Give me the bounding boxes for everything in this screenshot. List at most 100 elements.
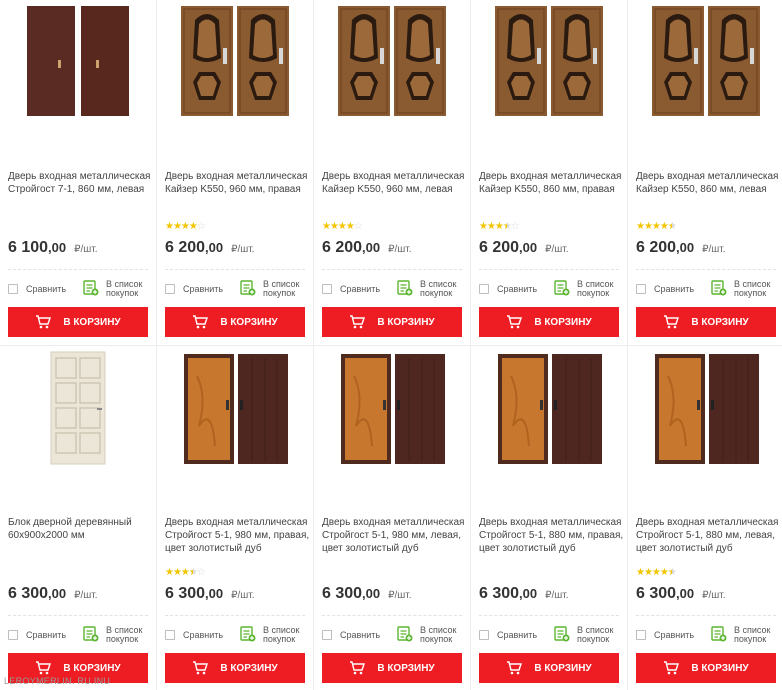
checkbox-box[interactable] [322, 284, 332, 294]
price-integer: 6 200 [479, 239, 520, 256]
product-price: 6 200,00 ₽/шт. [636, 239, 726, 257]
product-price: 6 300,00 ₽/шт. [8, 585, 98, 603]
divider [636, 615, 776, 616]
compare-checkbox[interactable]: Сравнить [165, 628, 223, 642]
compare-checkbox[interactable]: Сравнить [322, 282, 380, 296]
add-to-cart-button[interactable]: В КОРЗИНУ [322, 653, 462, 683]
wishlist-label-2: покупок [577, 288, 610, 298]
door-pair-brown-plain-icon[interactable] [0, 0, 157, 160]
add-to-cart-button[interactable]: В КОРЗИНУ [479, 307, 619, 337]
price-integer: 6 300 [479, 585, 520, 602]
add-to-cart-button[interactable]: В КОРЗИНУ [636, 307, 776, 337]
door-pair-oak-brown-icon[interactable] [471, 346, 628, 506]
divider [479, 615, 619, 616]
shopping-list-icon [711, 280, 727, 296]
door-pair-kaiser-icon[interactable] [471, 0, 628, 160]
compare-checkbox[interactable]: Сравнить [479, 628, 537, 642]
add-to-wishlist-button[interactable]: В список покупок [83, 280, 142, 298]
product-price: 6 300,00 ₽/шт. [636, 585, 726, 603]
product-price: 6 200,00 ₽/шт. [479, 239, 569, 257]
cart-icon [664, 315, 680, 329]
price-cents: ,00 [362, 586, 381, 601]
product-title[interactable]: Дверь входная металлическая Кайзер K550,… [165, 170, 311, 196]
cart-button-label: В КОРЗИНУ [63, 662, 121, 674]
product-card: Дверь входная металлическая Стройгост 5-… [314, 345, 471, 690]
wishlist-label-2: покупок [106, 288, 139, 298]
compare-checkbox[interactable]: Сравнить [636, 628, 694, 642]
checkbox-box[interactable] [8, 284, 18, 294]
product-title[interactable]: Дверь входная металлическая Стройгост 7-… [8, 170, 154, 196]
product-title[interactable]: Дверь входная металлическая Стройгост 5-… [322, 516, 468, 555]
checkbox-box[interactable] [479, 284, 489, 294]
compare-checkbox[interactable]: Сравнить [8, 282, 66, 296]
compare-checkbox[interactable]: Сравнить [8, 628, 66, 642]
cart-button-label: В КОРЗИНУ [220, 662, 278, 674]
divider [479, 269, 619, 270]
price-unit: ₽/шт. [231, 590, 255, 601]
price-unit: ₽/шт. [702, 590, 726, 601]
rating-stars: ★★★★☆ [322, 221, 363, 232]
door-pair-kaiser-icon[interactable] [157, 0, 314, 160]
door-pair-oak-brown-icon[interactable] [314, 346, 471, 506]
price-cents: ,00 [519, 586, 538, 601]
checkbox-box[interactable] [165, 284, 175, 294]
price-integer: 6 100 [8, 239, 49, 256]
price-cents: ,00 [362, 240, 381, 255]
checkbox-box[interactable] [636, 284, 646, 294]
wishlist-label-2: покупок [420, 634, 453, 644]
door-pair-oak-brown-icon[interactable] [157, 346, 314, 506]
price-unit: ₽/шт. [545, 244, 569, 255]
checkbox-box[interactable] [8, 630, 18, 640]
cart-button-label: В КОРЗИНУ [220, 316, 278, 328]
add-to-cart-button[interactable]: В КОРЗИНУ [165, 653, 305, 683]
product-title[interactable]: Блок дверной деревянный 60x900x2000 мм [8, 516, 154, 542]
add-to-cart-button[interactable]: В КОРЗИНУ [8, 307, 148, 337]
door-pair-oak-brown-icon[interactable] [628, 346, 782, 506]
checkbox-box[interactable] [479, 630, 489, 640]
price-unit: ₽/шт. [388, 244, 412, 255]
door-white-panel-icon[interactable] [0, 346, 157, 506]
product-title[interactable]: Дверь входная металлическая Кайзер K550,… [322, 170, 468, 196]
add-to-wishlist-button[interactable]: В список покупок [397, 626, 456, 644]
add-to-wishlist-button[interactable]: В список покупок [711, 626, 770, 644]
rating-stars: ★★★★★☆ [165, 567, 206, 578]
product-card: Дверь входная металлическая Кайзер K550,… [471, 0, 628, 345]
price-integer: 6 200 [322, 239, 363, 256]
add-to-wishlist-button[interactable]: В список покупок [240, 280, 299, 298]
compare-checkbox[interactable]: Сравнить [636, 282, 694, 296]
price-integer: 6 300 [8, 585, 49, 602]
compare-checkbox[interactable]: Сравнить [165, 282, 223, 296]
add-to-wishlist-button[interactable]: В список покупок [554, 280, 613, 298]
compare-checkbox[interactable]: Сравнить [479, 282, 537, 296]
product-price: 6 300,00 ₽/шт. [165, 585, 255, 603]
price-integer: 6 300 [636, 585, 677, 602]
cart-button-label: В КОРЗИНУ [377, 316, 435, 328]
add-to-wishlist-button[interactable]: В список покупок [554, 626, 613, 644]
product-title[interactable]: Дверь входная металлическая Стройгост 5-… [165, 516, 311, 555]
product-card: Дверь входная металлическая Кайзер K550,… [628, 0, 782, 345]
door-pair-kaiser-icon[interactable] [628, 0, 782, 160]
door-pair-kaiser-icon[interactable] [314, 0, 471, 160]
shopping-list-icon [554, 626, 570, 642]
product-price: 6 300,00 ₽/шт. [479, 585, 569, 603]
compare-label: Сравнить [26, 284, 67, 294]
compare-label: Сравнить [654, 284, 695, 294]
add-to-cart-button[interactable]: В КОРЗИНУ [479, 653, 619, 683]
product-title[interactable]: Дверь входная металлическая Стройгост 5-… [479, 516, 625, 555]
add-to-wishlist-button[interactable]: В список покупок [397, 280, 456, 298]
add-to-wishlist-button[interactable]: В список покупок [83, 626, 142, 644]
product-title[interactable]: Дверь входная металлическая Кайзер K550,… [479, 170, 625, 196]
checkbox-box[interactable] [322, 630, 332, 640]
add-to-cart-button[interactable]: В КОРЗИНУ [636, 653, 776, 683]
compare-checkbox[interactable]: Сравнить [322, 628, 380, 642]
product-title[interactable]: Дверь входная металлическая Стройгост 5-… [636, 516, 782, 555]
add-to-wishlist-button[interactable]: В список покупок [240, 626, 299, 644]
add-to-cart-button[interactable]: В КОРЗИНУ [322, 307, 462, 337]
product-price: 6 200,00 ₽/шт. [165, 239, 255, 257]
add-to-wishlist-button[interactable]: В список покупок [711, 280, 770, 298]
add-to-cart-button[interactable]: В КОРЗИНУ [165, 307, 305, 337]
product-title[interactable]: Дверь входная металлическая Кайзер K550,… [636, 170, 782, 196]
shopping-list-icon [83, 626, 99, 642]
checkbox-box[interactable] [165, 630, 175, 640]
checkbox-box[interactable] [636, 630, 646, 640]
